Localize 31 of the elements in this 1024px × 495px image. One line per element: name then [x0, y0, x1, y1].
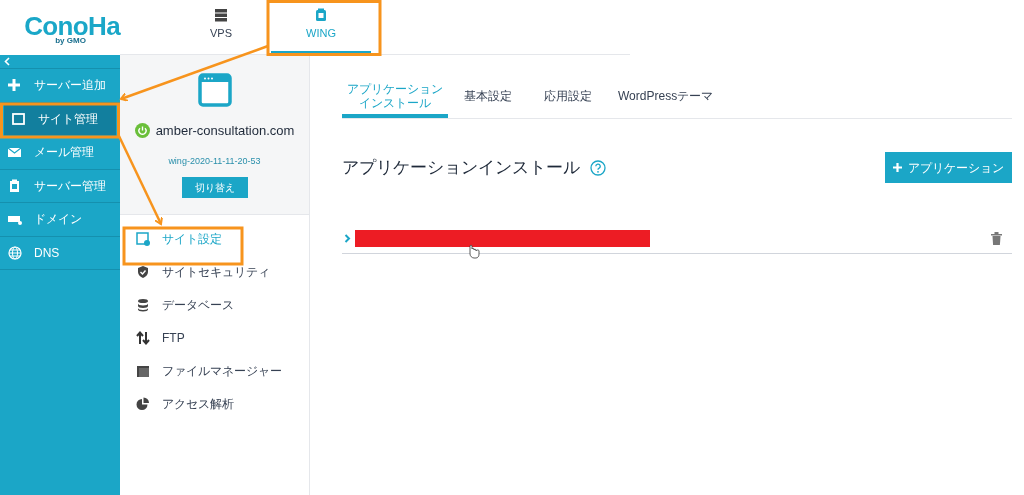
globe-icon [8, 245, 22, 260]
site-menu-item[interactable]: FTP [120, 321, 309, 354]
trash-icon[interactable] [991, 232, 1002, 245]
content-tab[interactable]: 応用設定 [528, 78, 608, 118]
site-menu-item[interactable]: サイトセキュリティ [120, 255, 309, 288]
collapse-icon[interactable] [4, 57, 10, 66]
site-menu-item[interactable]: データベース [120, 288, 309, 321]
section-heading: アプリケーションインストール [342, 156, 580, 179]
pie-chart-icon [136, 396, 150, 411]
database-icon [136, 297, 150, 312]
site-menu-item[interactable]: サイト設定 [120, 222, 309, 255]
plus-icon [8, 78, 22, 93]
content-tab[interactable]: WordPressテーマ [608, 78, 724, 118]
hand-cursor-icon [469, 244, 480, 259]
header-tab[interactable]: VPS [196, 0, 246, 55]
mail-icon [8, 145, 22, 160]
help-icon[interactable] [590, 159, 606, 176]
chevron-icon[interactable] [344, 234, 351, 243]
shield-icon [136, 264, 150, 279]
switch-button[interactable]: 切り替え [181, 177, 248, 198]
site-menu-item[interactable]: アクセス解析 [120, 387, 309, 420]
domain-name: amber-consultation.com [155, 122, 295, 140]
site-menu-item[interactable]: ファイルマネージャー [120, 354, 309, 387]
up-down-arrows-icon [136, 330, 150, 345]
window-icon [12, 111, 26, 126]
window-icon [197, 73, 232, 107]
add-application-button[interactable]: アプリケーション [885, 152, 1012, 183]
content-tab[interactable]: アプリケーションインストール [342, 78, 448, 118]
server-id: wing-2020-11-11-20-53 [168, 154, 261, 168]
content-tab[interactable]: 基本設定 [448, 78, 528, 118]
plus-icon [893, 163, 902, 172]
